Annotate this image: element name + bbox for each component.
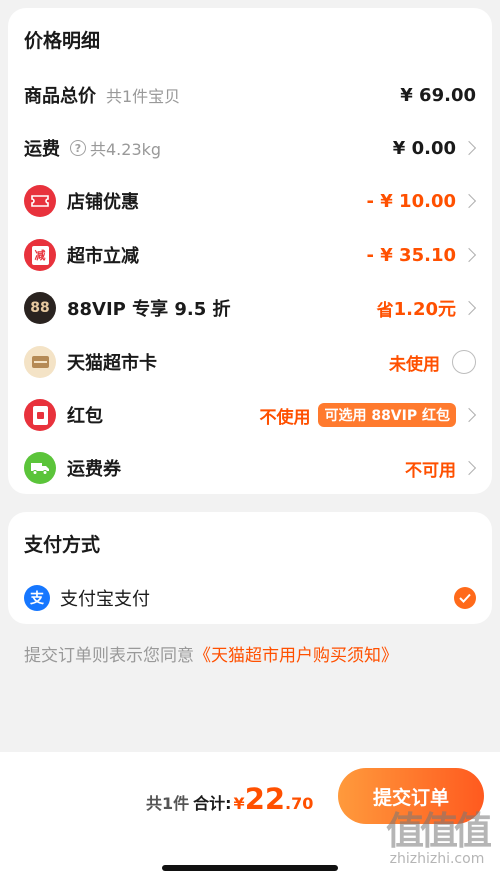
order-total: 共1件 合计: ¥ 22 .70 — [146, 782, 313, 816]
payment-method-card: 支付方式 支 支付宝支付 — [8, 512, 492, 624]
vip-save-prefix: 省 — [376, 300, 394, 321]
store-discount-row[interactable]: 店铺优惠 - ¥ 10.00 — [24, 181, 477, 221]
alipay-icon: 支 — [24, 585, 50, 611]
red-packet-icon — [24, 399, 56, 431]
chevron-right-icon — [461, 193, 477, 209]
chevron-right-icon — [461, 300, 477, 316]
shipping-amount: ¥ 0.00 — [392, 137, 456, 159]
shipping-coupon-status: 不可用 — [405, 460, 456, 481]
shipping-coupon-row[interactable]: 运费券 不可用 — [24, 448, 477, 488]
total-label: 合计: — [193, 794, 232, 813]
market-discount-icon: 减 — [24, 239, 56, 271]
chevron-right-icon — [461, 407, 477, 423]
watermark-logo: 值值值 — [385, 809, 492, 853]
red-packet-88vip-badge[interactable]: 可选用 88VIP 红包 — [318, 403, 456, 427]
subtotal-amount: ¥ 69.00 — [400, 84, 476, 106]
subtotal-row: 商品总价 共1件宝贝 ¥ 69.00 — [24, 75, 476, 115]
chevron-right-icon — [461, 247, 477, 263]
vip-88-icon: 88 — [24, 292, 56, 324]
agreement-text: 提交订单则表示您同意《天猫超市用户购买须知》 — [24, 641, 398, 666]
alipay-option[interactable]: 支 支付宝支付 — [24, 578, 476, 618]
tmall-card-status: 未使用 — [389, 354, 440, 375]
shipping-row[interactable]: 运费 ? 共4.23kg ¥ 0.00 — [24, 128, 477, 168]
watermark-url: zhizhizhi.com — [389, 851, 485, 867]
shipping-label: 运费 — [24, 139, 60, 160]
price-details-card: 价格明细 商品总价 共1件宝贝 ¥ 69.00 运费 ? 共4.23kg ¥ 0… — [8, 8, 492, 494]
subtotal-label: 商品总价 — [24, 86, 96, 107]
vip-save-amount: 1.20元 — [393, 299, 456, 320]
store-coupon-icon — [24, 185, 56, 217]
tmall-card-radio[interactable] — [452, 350, 476, 374]
subtotal-count: 共1件宝贝 — [106, 87, 181, 106]
agreement-link[interactable]: 《天猫超市用户购买须知》 — [194, 646, 398, 666]
vip-discount-label: 88VIP 专享 9.5 折 — [67, 299, 231, 320]
red-packet-row[interactable]: 红包 不使用 可选用 88VIP 红包 — [24, 395, 477, 435]
checkmark-icon[interactable] — [454, 587, 476, 609]
item-count: 共1件 — [146, 794, 190, 813]
site-watermark: 值值值 zhizhizhi.com — [385, 800, 492, 867]
chevron-right-icon — [461, 140, 477, 156]
help-icon[interactable]: ? — [70, 140, 86, 156]
market-discount-amount: - ¥ 35.10 — [366, 244, 456, 266]
truck-icon — [24, 452, 56, 484]
price-details-title: 价格明细 — [24, 30, 101, 52]
total-currency: ¥ — [233, 794, 245, 813]
store-discount-amount: - ¥ 10.00 — [366, 190, 456, 212]
tmall-card-label: 天猫超市卡 — [67, 353, 157, 374]
alipay-label: 支付宝支付 — [60, 589, 150, 610]
home-indicator[interactable] — [162, 865, 338, 871]
total-decimal: .70 — [285, 794, 314, 813]
vip-discount-row[interactable]: 88 88VIP 专享 9.5 折 省 1.20元 — [24, 288, 477, 328]
red-packet-label: 红包 — [67, 406, 103, 427]
tmall-card-icon — [24, 346, 56, 378]
market-discount-label: 超市立减 — [67, 246, 139, 267]
red-packet-status: 不使用 — [259, 407, 311, 428]
chevron-right-icon — [461, 460, 477, 476]
shipping-coupon-label: 运费券 — [67, 459, 121, 480]
tmall-card-row[interactable]: 天猫超市卡 未使用 — [24, 342, 476, 382]
total-integer: 22 — [244, 782, 286, 816]
agreement-prefix: 提交订单则表示您同意 — [24, 646, 194, 666]
market-discount-row[interactable]: 减 超市立减 - ¥ 35.10 — [24, 235, 477, 275]
payment-method-title: 支付方式 — [24, 534, 101, 556]
shipping-weight: 共4.23kg — [90, 140, 162, 159]
store-discount-label: 店铺优惠 — [67, 192, 139, 213]
